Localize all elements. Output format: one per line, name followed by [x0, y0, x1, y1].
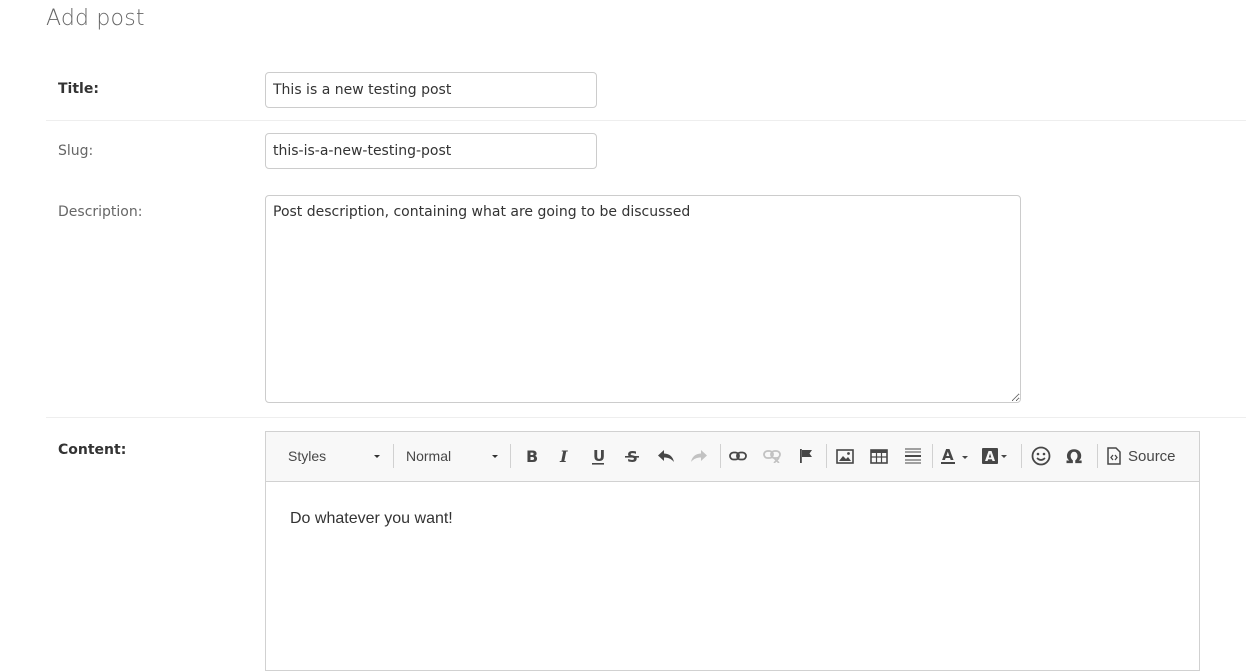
toolbar-separator — [826, 444, 827, 468]
flag-icon — [800, 449, 812, 463]
editor-paragraph[interactable]: Do whatever you want! — [290, 510, 1175, 528]
toolbar-separator — [1097, 444, 1098, 468]
toolbar-separator — [1021, 444, 1022, 468]
slug-label: Slug: — [58, 143, 94, 159]
link-icon — [729, 451, 747, 461]
styles-dropdown-label: Styles — [288, 448, 327, 464]
svg-text:A: A — [942, 447, 954, 464]
slug-input[interactable] — [265, 133, 597, 169]
description-row: Description: Post description, containin… — [46, 182, 1246, 416]
slug-row: Slug: — [46, 120, 1246, 183]
toolbar-separator — [720, 444, 721, 468]
title-row: Title: — [46, 60, 1246, 120]
background-color-button[interactable]: A — [981, 444, 1015, 468]
undo-button[interactable] — [654, 444, 678, 468]
svg-text:U: U — [593, 448, 605, 465]
special-char-button[interactable]: Ω — [1063, 444, 1087, 468]
title-input[interactable] — [265, 72, 597, 108]
unlink-icon — [763, 450, 781, 463]
toolbar-separator — [393, 444, 394, 468]
smiley-button[interactable] — [1029, 444, 1053, 468]
underline-icon: U — [592, 448, 605, 465]
strikethrough-button[interactable]: S — [620, 444, 644, 468]
horizontal-line-button[interactable] — [901, 444, 925, 468]
bold-icon: B — [526, 448, 538, 464]
redo-icon — [691, 450, 707, 462]
source-button[interactable]: Source — [1106, 444, 1176, 468]
toolbar-separator — [510, 444, 511, 468]
omega-icon: Ω — [1066, 446, 1082, 466]
source-icon — [1107, 447, 1121, 465]
svg-text:B: B — [526, 448, 538, 464]
description-label: Description: — [58, 204, 143, 220]
chevron-down-icon — [492, 455, 498, 458]
description-textarea[interactable]: Post description, containing what are go… — [265, 195, 1021, 403]
editor-content-area[interactable]: Do whatever you want! — [266, 482, 1199, 556]
table-icon — [870, 448, 888, 464]
strikethrough-icon: S — [625, 448, 639, 464]
underline-button[interactable]: U — [586, 444, 610, 468]
format-dropdown[interactable]: Normal — [406, 444, 498, 468]
anchor-button[interactable] — [794, 444, 818, 468]
format-dropdown-label: Normal — [406, 448, 452, 464]
source-button-label: Source — [1128, 447, 1176, 465]
svg-text:A: A — [985, 450, 995, 465]
page-title: Add post — [46, 6, 145, 31]
styles-dropdown[interactable]: Styles — [288, 444, 380, 468]
table-button[interactable] — [867, 444, 891, 468]
background-color-icon: A — [982, 448, 1007, 465]
text-color-icon: A — [941, 447, 968, 464]
svg-text:Ω: Ω — [1066, 446, 1082, 466]
bold-button[interactable]: B — [519, 444, 543, 468]
unlink-button[interactable] — [760, 444, 784, 468]
italic-button[interactable]: I — [552, 444, 576, 468]
image-icon — [836, 448, 854, 464]
svg-text:I: I — [559, 448, 568, 464]
text-color-button[interactable]: A — [940, 444, 974, 468]
italic-icon: I — [559, 448, 568, 464]
content-label: Content: — [58, 442, 127, 458]
link-button[interactable] — [726, 444, 750, 468]
title-label: Title: — [58, 81, 99, 97]
chevron-down-icon — [374, 455, 380, 458]
toolbar-separator — [932, 444, 933, 468]
image-button[interactable] — [833, 444, 857, 468]
editor-toolbar: Styles Normal B I U S — [266, 432, 1199, 482]
rich-text-editor: Styles Normal B I U S — [265, 431, 1200, 671]
smiley-icon — [1031, 446, 1051, 466]
redo-button[interactable] — [687, 444, 711, 468]
undo-icon — [658, 450, 674, 462]
horizontal-line-icon — [905, 448, 921, 464]
